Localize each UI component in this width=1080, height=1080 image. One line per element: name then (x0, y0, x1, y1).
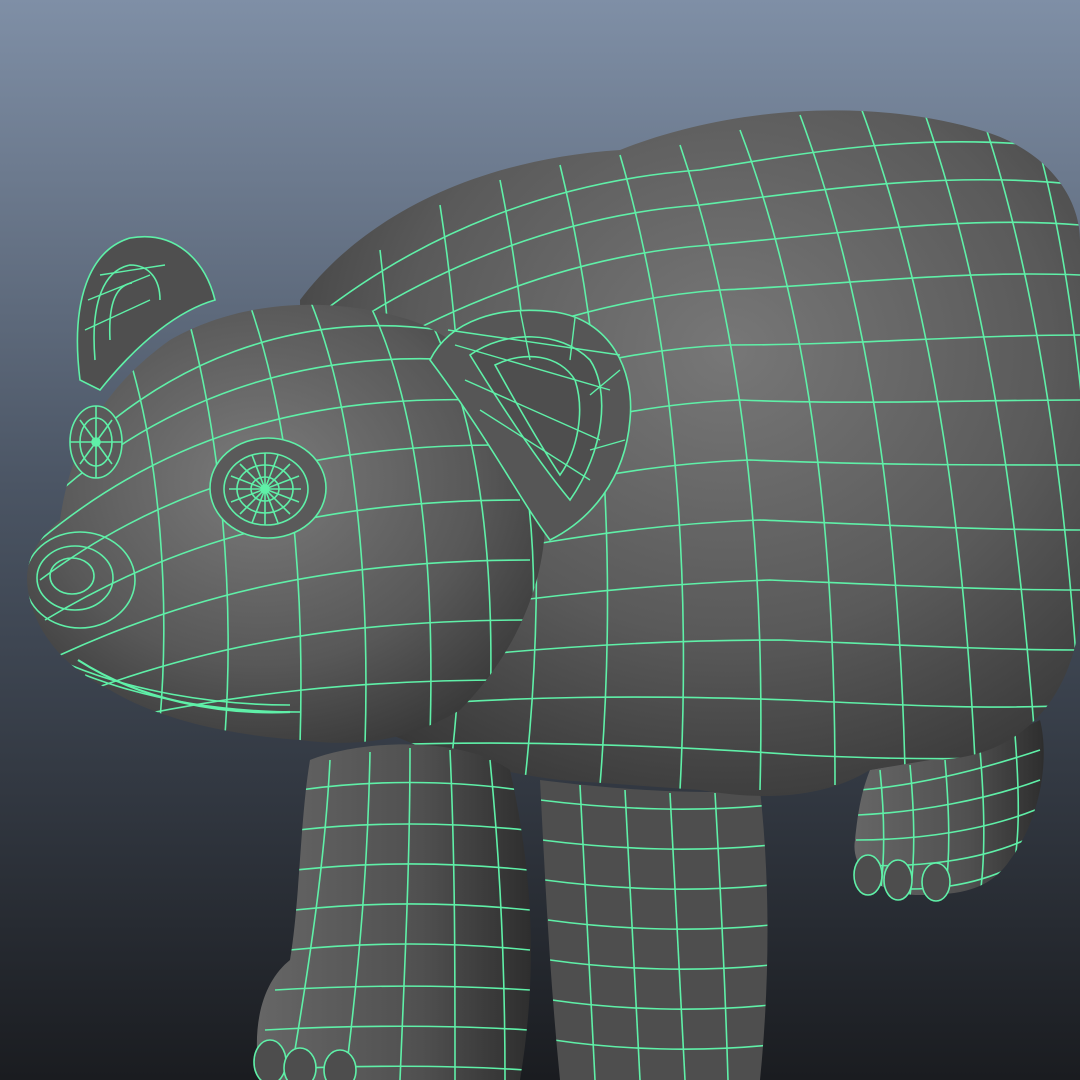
middle-leg (540, 780, 768, 1080)
viewport-canvas (0, 0, 1080, 1080)
eye-near (209, 437, 327, 539)
viewport-3d[interactable] (0, 0, 1080, 1080)
eye-far (69, 405, 123, 479)
